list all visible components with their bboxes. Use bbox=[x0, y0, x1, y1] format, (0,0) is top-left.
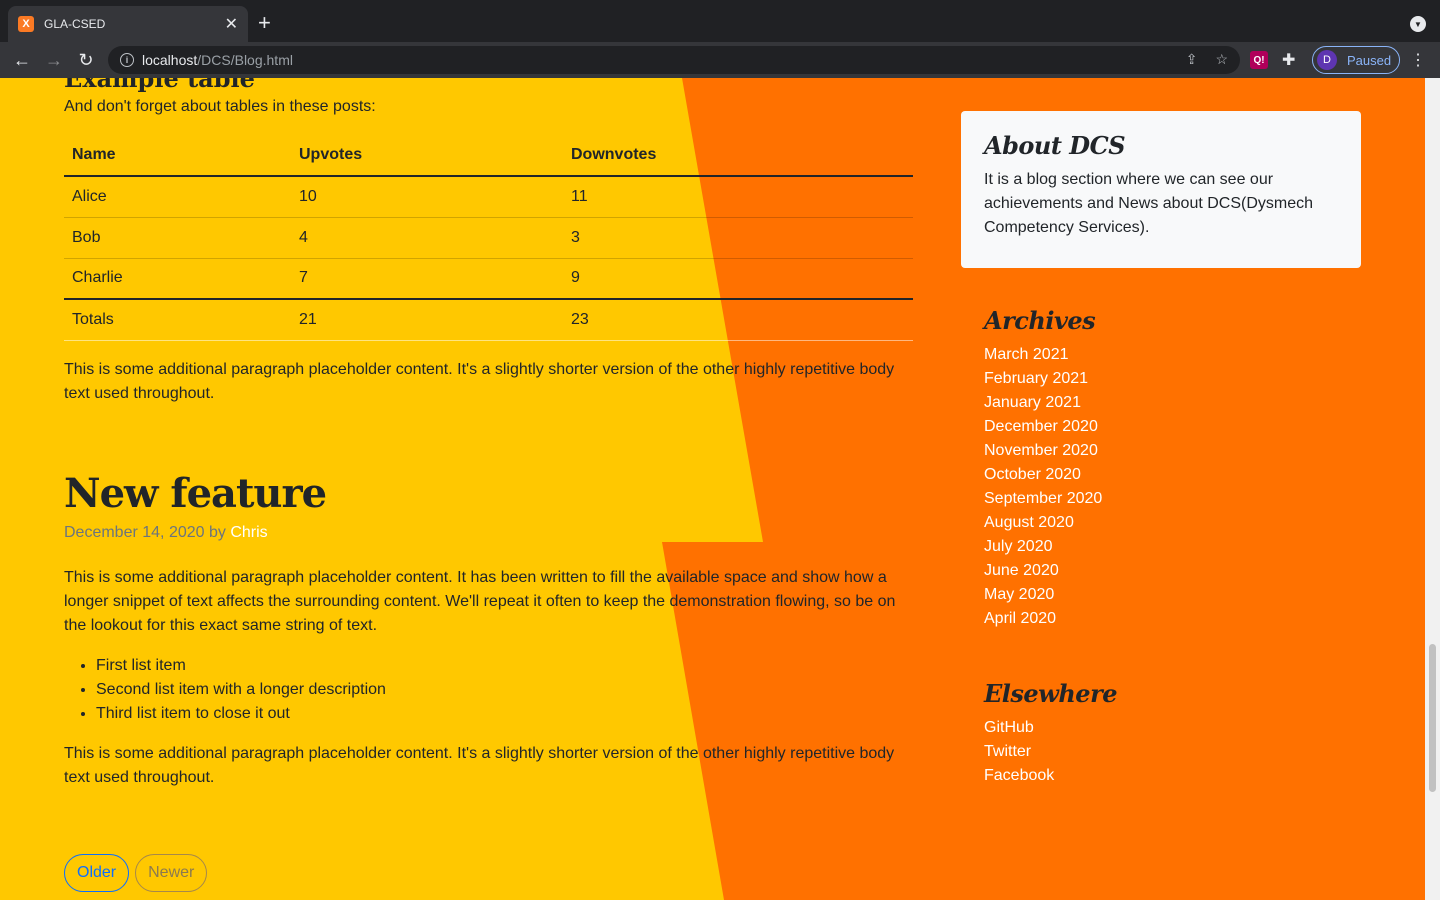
table-cell: 10 bbox=[291, 176, 563, 218]
post-title: New feature bbox=[64, 470, 327, 517]
about-box: About DCS It is a blog section where we … bbox=[961, 111, 1361, 268]
tab-active[interactable]: X GLA-CSED ✕ bbox=[8, 6, 248, 42]
twitter-link[interactable]: Twitter bbox=[984, 740, 1117, 764]
table-cell: 3 bbox=[563, 217, 913, 259]
avatar: D bbox=[1317, 50, 1337, 70]
archive-link[interactable]: April 2020 bbox=[984, 607, 1102, 631]
github-link[interactable]: GitHub bbox=[984, 716, 1117, 740]
tab-title: GLA-CSED bbox=[44, 17, 106, 31]
table-cell: Alice bbox=[64, 176, 291, 218]
archives-title: Archives bbox=[984, 306, 1096, 335]
column-header: Name bbox=[64, 134, 291, 177]
table-footer-row: Totals 21 23 bbox=[64, 299, 913, 341]
author-link[interactable]: Chris bbox=[230, 524, 267, 541]
page-viewport: Example table And don't forget about tab… bbox=[0, 78, 1425, 900]
table-cell: Charlie bbox=[64, 258, 291, 300]
post-heading: Example table bbox=[64, 78, 255, 93]
list-item: Second list item with a longer descripti… bbox=[96, 678, 386, 702]
table-row: Bob 4 3 bbox=[64, 217, 913, 259]
bookmark-star-icon[interactable]: ☆ bbox=[1215, 51, 1228, 68]
table-cell: 9 bbox=[563, 258, 913, 300]
reload-icon[interactable]: ↻ bbox=[70, 44, 102, 76]
list-item: First list item bbox=[96, 654, 386, 678]
column-header: Upvotes bbox=[291, 134, 563, 177]
post-meta: December 14, 2020 by Chris bbox=[64, 524, 268, 542]
archive-link[interactable]: December 2020 bbox=[984, 415, 1102, 439]
table-cell: Bob bbox=[64, 217, 291, 259]
table-cell: 7 bbox=[291, 258, 563, 300]
table-row: Charlie 7 9 bbox=[64, 258, 913, 300]
archive-link[interactable]: July 2020 bbox=[984, 535, 1102, 559]
browser-menu-icon[interactable]: ⋮ bbox=[1410, 50, 1426, 70]
pagination: Older Newer bbox=[64, 854, 208, 892]
archive-link[interactable]: October 2020 bbox=[984, 463, 1102, 487]
archive-link[interactable]: August 2020 bbox=[984, 511, 1102, 535]
elsewhere-section: Elsewhere GitHub Twitter Facebook bbox=[984, 679, 1117, 788]
facebook-link[interactable]: Facebook bbox=[984, 764, 1117, 788]
close-tab-icon[interactable]: ✕ bbox=[225, 14, 238, 34]
browser-toolbar: ← → ↻ i localhost/DCS/Blog.html ⇪ ☆ Q! ✚ bbox=[0, 42, 1440, 78]
table-row: Alice 10 11 bbox=[64, 176, 913, 218]
votes-table: Name Upvotes Downvotes Alice 10 11 Bob 4… bbox=[64, 134, 913, 341]
vertical-scrollbar[interactable] bbox=[1425, 78, 1440, 900]
about-text: It is a blog section where we can see ou… bbox=[984, 171, 1314, 236]
older-button[interactable]: Older bbox=[64, 854, 130, 892]
new-tab-icon[interactable]: + bbox=[258, 12, 271, 34]
table-cell: 23 bbox=[563, 299, 913, 341]
table-intro: And don't forget about tables in these p… bbox=[64, 98, 376, 115]
post-date: December 14, 2020 by bbox=[64, 524, 226, 541]
address-bar[interactable]: i localhost/DCS/Blog.html ⇪ ☆ bbox=[108, 46, 1240, 74]
post-paragraph: This is some additional paragraph placeh… bbox=[64, 361, 895, 402]
scrollbar-thumb[interactable] bbox=[1429, 644, 1436, 792]
table-cell: 11 bbox=[563, 176, 913, 218]
post-paragraph: This is some additional paragraph placeh… bbox=[64, 745, 895, 786]
archive-link[interactable]: June 2020 bbox=[984, 559, 1102, 583]
share-icon[interactable]: ⇪ bbox=[1186, 51, 1198, 68]
extension-icon[interactable]: Q! bbox=[1250, 51, 1268, 69]
archive-link[interactable]: March 2021 bbox=[984, 343, 1102, 367]
post-paragraph: This is some additional paragraph placeh… bbox=[64, 569, 896, 634]
table-cell: 4 bbox=[291, 217, 563, 259]
archives-section: Archives March 2021 February 2021 Januar… bbox=[984, 306, 1102, 631]
site-info-icon[interactable]: i bbox=[120, 53, 134, 67]
elsewhere-title: Elsewhere bbox=[984, 679, 1117, 708]
archive-link[interactable]: January 2021 bbox=[984, 391, 1102, 415]
archive-link[interactable]: February 2021 bbox=[984, 367, 1102, 391]
archive-link[interactable]: November 2020 bbox=[984, 439, 1102, 463]
extensions-puzzle-icon[interactable]: ✚ bbox=[1282, 50, 1295, 70]
archive-link[interactable]: September 2020 bbox=[984, 487, 1102, 511]
url-text: localhost/DCS/Blog.html bbox=[142, 52, 293, 68]
profile-status: Paused bbox=[1347, 52, 1392, 68]
profile-button[interactable]: D Paused bbox=[1312, 46, 1400, 74]
about-title: About DCS bbox=[984, 131, 1126, 160]
archive-link[interactable]: May 2020 bbox=[984, 583, 1102, 607]
back-icon[interactable]: ← bbox=[6, 44, 38, 76]
forward-icon[interactable]: → bbox=[38, 44, 70, 76]
xampp-favicon-icon: X bbox=[18, 16, 34, 32]
table-cell: Totals bbox=[64, 299, 291, 341]
table-header-row: Name Upvotes Downvotes bbox=[64, 134, 913, 177]
list-item: Third list item to close it out bbox=[96, 702, 386, 726]
post-list: First list item Second list item with a … bbox=[96, 654, 386, 726]
tab-strip: X GLA-CSED ✕ + ▼ bbox=[0, 0, 1440, 42]
column-header: Downvotes bbox=[563, 134, 913, 177]
newer-button[interactable]: Newer bbox=[135, 854, 208, 892]
tab-search-icon[interactable]: ▼ bbox=[1410, 16, 1426, 32]
table-cell: 21 bbox=[291, 299, 563, 341]
